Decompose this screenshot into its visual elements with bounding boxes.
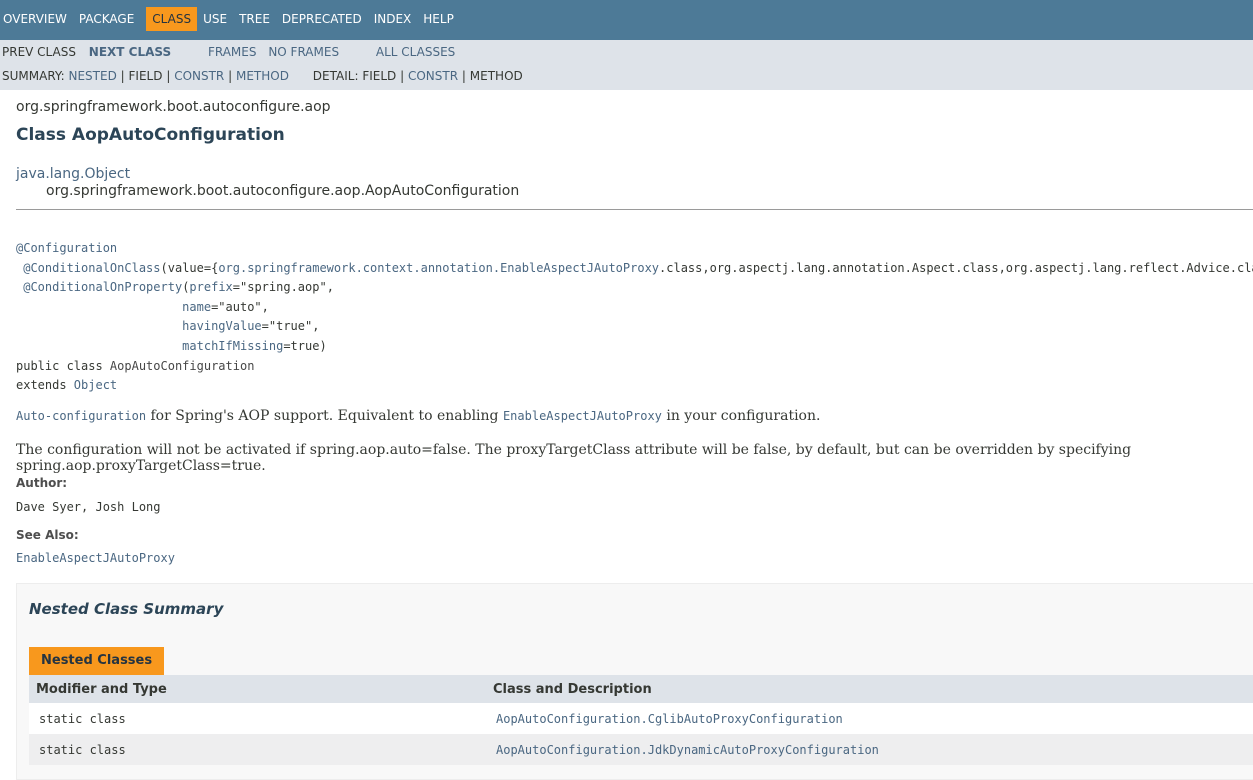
divider — [16, 209, 1253, 210]
summary-field-label: FIELD — [128, 69, 163, 83]
summary-constr-link[interactable]: CONSTR — [174, 69, 224, 83]
summary-method-link[interactable]: METHOD — [236, 69, 289, 83]
nav-package[interactable]: PACKAGE — [79, 7, 140, 31]
nav-use[interactable]: USE — [203, 7, 233, 31]
detail-label: DETAIL: — [312, 69, 359, 83]
annotation-conditionalonproperty-link[interactable]: @ConditionalOnProperty — [23, 280, 182, 294]
summary-label: SUMMARY: — [2, 69, 65, 83]
separator: | — [166, 69, 171, 83]
separator: | — [120, 69, 125, 83]
class-signature: @Configuration @ConditionalOnClass(value… — [16, 239, 1253, 396]
annotation-value-open: (value={ — [160, 260, 219, 275]
all-classes-link[interactable]: ALL CLASSES — [376, 45, 455, 59]
detail-field-label: FIELD — [362, 69, 397, 83]
jdk-dynamic-proxy-config-link[interactable]: AopAutoConfiguration.JdkDynamicAutoProxy… — [496, 743, 879, 757]
havingvalue-param-link[interactable]: havingValue — [182, 319, 261, 333]
cglib-proxy-config-link[interactable]: AopAutoConfiguration.CglibAutoProxyConfi… — [496, 712, 843, 726]
table-header: Modifier and Type Class and Description — [29, 675, 1253, 703]
nested-classes-caption: Nested Classes — [29, 647, 165, 675]
extends-keyword: extends — [16, 378, 74, 393]
class-name: AopAutoConfiguration — [109, 358, 255, 373]
decl-keywords: public class — [16, 358, 110, 373]
nav-index[interactable]: INDEX — [374, 7, 418, 31]
row-modifier: static class — [39, 743, 126, 757]
top-nav-list: OVERVIEW PACKAGE CLASS USE TREE DEPRECAT… — [3, 7, 466, 31]
nav-help[interactable]: HELP — [423, 7, 460, 31]
prefix-value: ="spring.aop", — [232, 280, 334, 295]
annotation-conditionalonclass-link[interactable]: @ConditionalOnClass — [23, 261, 160, 275]
nav-overview[interactable]: OVERVIEW — [3, 7, 73, 31]
separator: | — [400, 69, 405, 83]
description-text-end: in your configuration. — [661, 408, 821, 424]
separator: | — [461, 69, 466, 83]
package-name: org.springframework.boot.autoconfigure.a… — [16, 99, 331, 115]
enableaspectjautoproxy-type-link[interactable]: org.springframework.context.annotation.E… — [218, 261, 659, 275]
sub-navbar: PREV CLASS NEXT CLASS FRAMES NO FRAMES A… — [0, 40, 1253, 90]
nav-deprecated[interactable]: DEPRECATED — [282, 7, 368, 31]
nested-summary-heading: Nested Class Summary — [29, 600, 224, 618]
matchifmissing-param-link[interactable]: matchIfMissing — [182, 339, 283, 353]
description-p2: The configuration will not be activated … — [16, 442, 1132, 474]
description-p1: Auto-configuration for Spring's AOP supp… — [16, 408, 820, 424]
see-also-label: See Also: — [16, 528, 79, 542]
name-value: ="auto", — [211, 299, 269, 314]
nav-tree[interactable]: TREE — [239, 7, 276, 31]
summary-nested-link[interactable]: NESTED — [69, 69, 117, 83]
top-navbar: OVERVIEW PACKAGE CLASS USE TREE DEPRECAT… — [0, 0, 1253, 40]
inheritance-self: org.springframework.boot.autoconfigure.a… — [46, 183, 520, 199]
auto-configuration-link[interactable]: Auto-configuration — [16, 409, 146, 423]
subnav-row-links: PREV CLASS NEXT CLASS FRAMES NO FRAMES A… — [2, 45, 455, 59]
name-param-link[interactable]: name — [182, 300, 211, 314]
inheritance-parent-link[interactable]: java.lang.Object — [16, 166, 130, 182]
havingvalue-value: ="true", — [261, 319, 320, 334]
detail-constr-link[interactable]: CONSTR — [408, 69, 458, 83]
frames-link[interactable]: FRAMES — [208, 45, 257, 59]
matchifmissing-value: =true) — [283, 338, 327, 353]
row-modifier: static class — [39, 712, 126, 726]
subnav-row-summary: SUMMARY: NESTED | FIELD | CONSTR | METHO… — [2, 69, 523, 83]
col-class-description: Class and Description — [493, 682, 652, 697]
object-link[interactable]: Object — [74, 378, 117, 392]
nav-class-active: CLASS — [146, 7, 198, 31]
enableaspectjautoproxy-link[interactable]: EnableAspectJAutoProxy — [503, 409, 662, 423]
prev-class-label: PREV CLASS — [2, 45, 76, 59]
annotation-value-rest: .class,org.aspectj.lang.annotation.Aspec… — [659, 260, 1253, 275]
next-class-link[interactable]: NEXT CLASS — [89, 45, 171, 59]
see-also-link[interactable]: EnableAspectJAutoProxy — [16, 551, 175, 565]
table-row: static class AopAutoConfiguration.JdkDyn… — [29, 734, 1253, 765]
prefix-param-link[interactable]: prefix — [189, 280, 232, 294]
description-text: for Spring's AOP support. Equivalent to … — [146, 408, 503, 424]
nested-class-summary: Nested Class Summary Nested Classes Modi… — [16, 583, 1253, 780]
table-row: static class AopAutoConfiguration.CglibA… — [29, 703, 1253, 734]
col-modifier-type: Modifier and Type — [36, 682, 167, 697]
author-label: Author: — [16, 476, 68, 490]
detail-method-label: METHOD — [469, 69, 523, 83]
author-value: Dave Syer, Josh Long — [16, 500, 161, 514]
annotation-configuration-link[interactable]: @Configuration — [16, 241, 117, 255]
page-title: Class AopAutoConfiguration — [16, 125, 285, 145]
no-frames-link[interactable]: NO FRAMES — [268, 45, 339, 59]
separator: | — [228, 69, 233, 83]
